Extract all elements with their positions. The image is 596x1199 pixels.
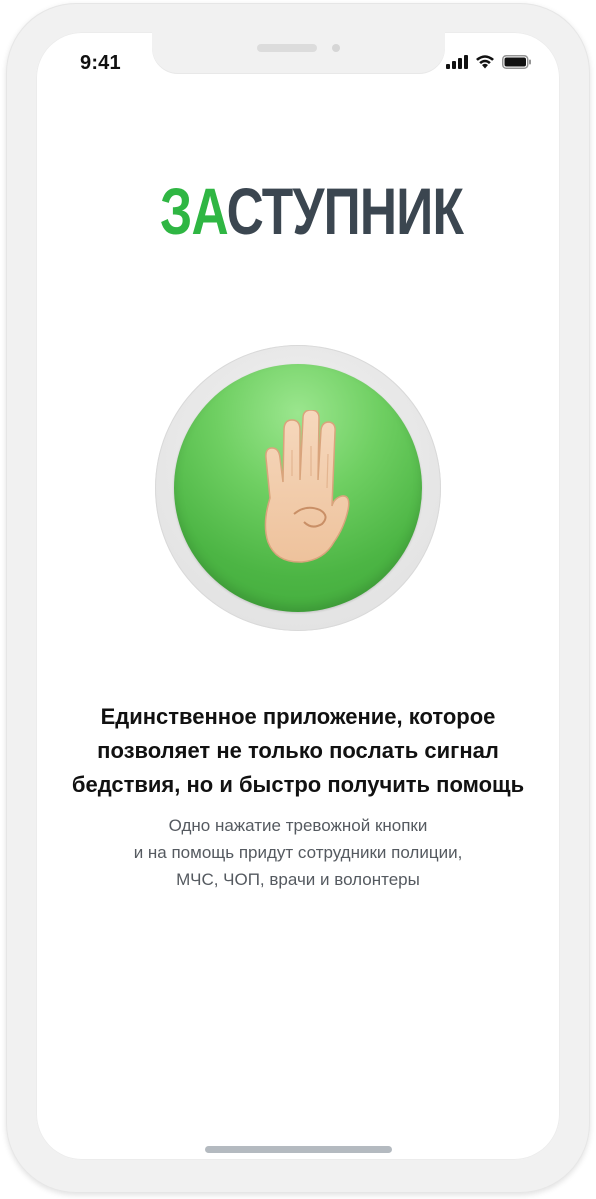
wifi-icon	[476, 55, 494, 69]
description-line-1: Одно нажатие тревожной кнопки	[168, 816, 428, 835]
description: Одно нажатие тревожной кнопки и на помощ…	[40, 812, 556, 893]
signal-icon	[446, 54, 468, 69]
status-time: 9:41	[80, 52, 121, 74]
front-camera	[332, 44, 340, 52]
home-indicator[interactable]	[205, 1146, 392, 1153]
headline-line-3: бедствия, но и быстро получить помощь	[71, 772, 525, 797]
headline-line-1: Единственное приложение, которое	[100, 704, 496, 729]
logo-part-dark: СТУПНИК	[226, 174, 464, 248]
headline: Единственное приложение, которое позволя…	[40, 700, 556, 802]
description-line-3: МЧС, ЧОП, врачи и волонтеры	[176, 870, 420, 889]
status-icons	[446, 54, 532, 69]
phone-notch	[152, 32, 445, 74]
headline-line-2: позволяет не только послать сигнал	[97, 738, 499, 763]
speaker-grille	[257, 44, 317, 52]
battery-icon	[502, 54, 531, 69]
app-logo: ЗАСТУПНИК	[160, 174, 464, 248]
raised-hand-icon	[264, 410, 350, 563]
logo-part-green: ЗА	[160, 174, 227, 248]
description-line-2: и на помощь придут сотрудники полиции,	[133, 843, 463, 862]
